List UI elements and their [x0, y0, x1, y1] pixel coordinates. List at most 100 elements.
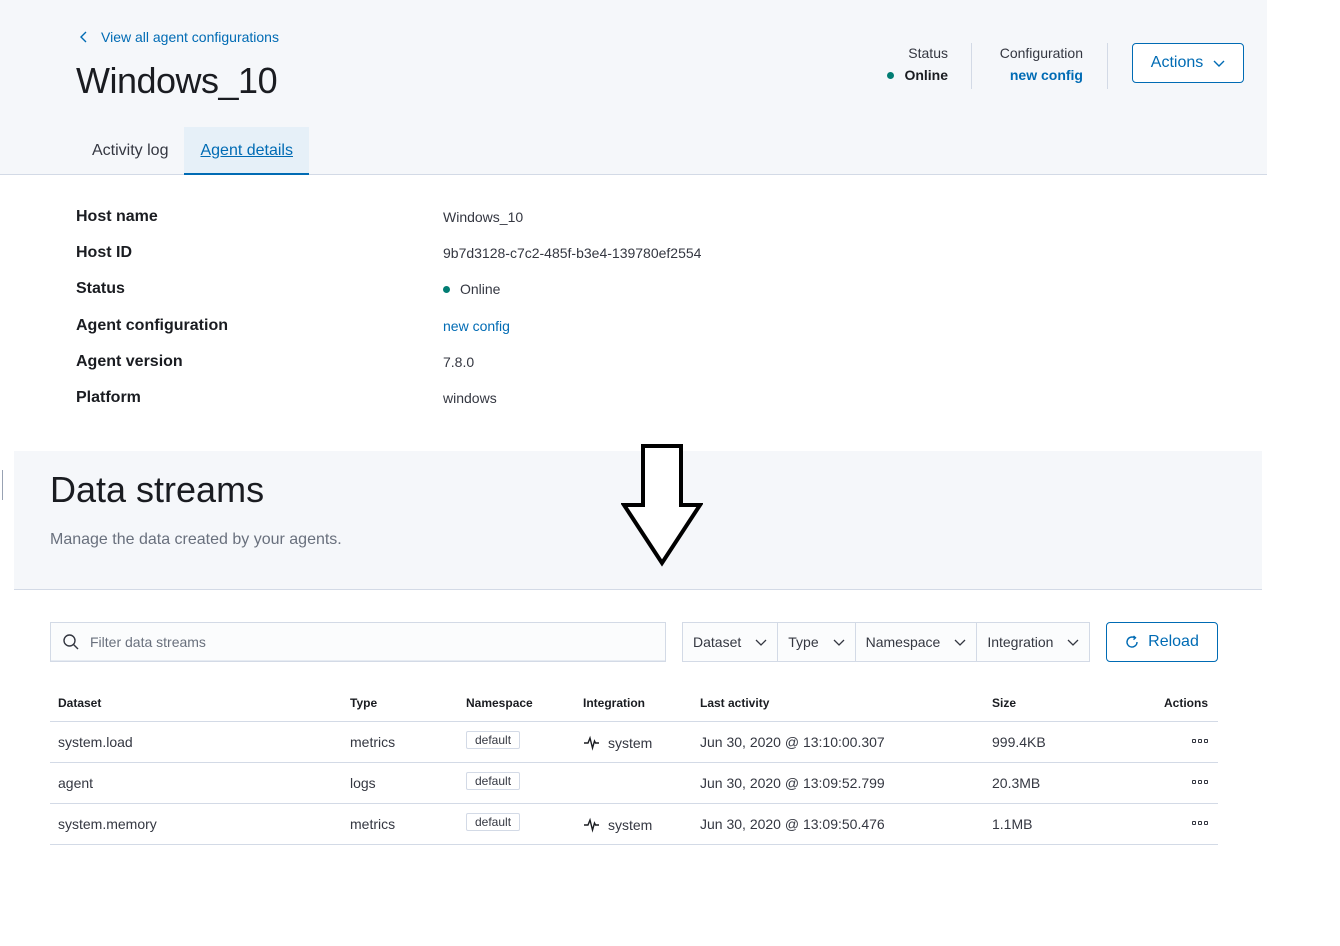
namespace-badge: default	[466, 731, 521, 749]
cell-type: logs	[350, 775, 376, 791]
actions-button[interactable]: Actions	[1132, 43, 1244, 83]
down-arrow-icon	[621, 444, 703, 567]
search-icon	[63, 634, 79, 650]
page-title: Windows_10	[76, 60, 278, 101]
filter-namespace[interactable]: Namespace	[856, 623, 978, 661]
filter-label: Type	[788, 634, 819, 650]
filter-dataset[interactable]: Dataset	[683, 623, 779, 661]
detail-value: Windows_10	[443, 209, 524, 225]
header-divider	[971, 43, 972, 89]
configuration-meta: Configuration new config	[980, 43, 1083, 86]
chevron-down-icon	[1213, 60, 1225, 67]
status-text: Online	[460, 281, 501, 298]
status-value: Online	[860, 64, 948, 86]
detail-row-agent-configuration: Agent configuration new config	[76, 309, 976, 345]
cell-type: metrics	[350, 816, 396, 832]
filter-type[interactable]: Type	[778, 623, 856, 661]
agent-details-list: Host name Windows_10 Host ID 9b7d3128-c7…	[76, 200, 976, 417]
column-header-type[interactable]: Type	[350, 696, 377, 710]
more-dots-icon[interactable]	[1192, 739, 1208, 743]
configuration-link[interactable]: new config	[980, 64, 1083, 86]
namespace-badge: default	[466, 772, 521, 790]
cell-integration: system	[583, 816, 652, 833]
column-header-size[interactable]: Size	[992, 696, 1016, 710]
cell-dataset: agent	[58, 775, 94, 791]
tab-activity-log[interactable]: Activity log	[76, 127, 184, 175]
actions-button-label: Actions	[1150, 54, 1204, 71]
cell-type: metrics	[350, 734, 396, 750]
chevron-down-icon	[833, 639, 845, 646]
filter-label: Dataset	[693, 634, 742, 650]
cell-namespace: default	[466, 772, 521, 790]
detail-value: windows	[443, 389, 497, 406]
chevron-down-icon	[1068, 639, 1079, 646]
back-link-label: View all agent configurations	[101, 29, 279, 45]
column-header-actions: Actions	[1163, 696, 1208, 710]
detail-key: Status	[76, 280, 125, 298]
integration-name: system	[608, 816, 653, 833]
column-header-integration[interactable]: Integration	[583, 696, 645, 710]
search-input[interactable]	[90, 634, 630, 650]
edge-divider	[2, 470, 3, 500]
cell-namespace: default	[466, 813, 521, 831]
table-row: agent logs default Jun 30, 2020 @ 13:09:…	[50, 763, 1218, 804]
integration-name: system	[608, 734, 653, 751]
cell-dataset: system.load	[58, 734, 133, 750]
chevron-left-icon	[80, 31, 87, 43]
cell-size: 1.1MB	[992, 816, 1033, 832]
column-header-dataset[interactable]: Dataset	[58, 696, 101, 710]
detail-key: Platform	[76, 388, 141, 406]
filter-label: Namespace	[865, 634, 941, 650]
detail-row-host-id: Host ID 9b7d3128-c7c2-485f-b3e4-139780ef…	[76, 236, 976, 272]
cell-last-activity: Jun 30, 2020 @ 13:10:00.307	[700, 734, 885, 750]
filter-group: Dataset Type Namespace Integration	[682, 622, 1091, 662]
tab-agent-details[interactable]: Agent details	[184, 127, 309, 175]
back-to-configurations-link[interactable]: View all agent configurations	[78, 29, 279, 45]
detail-row-agent-version: Agent version 7.8.0	[76, 345, 976, 381]
filter-data-streams-search[interactable]	[50, 622, 666, 662]
detail-key: Host name	[76, 208, 158, 225]
cell-last-activity: Jun 30, 2020 @ 13:09:52.799	[700, 775, 885, 791]
cell-namespace: default	[466, 731, 521, 749]
data-streams-subtitle: Manage the data created by your agents.	[50, 531, 342, 548]
header-divider	[1107, 43, 1108, 89]
detail-value: 7.8.0	[443, 353, 475, 370]
status-meta: Status Online	[860, 43, 948, 86]
heartbeat-icon	[584, 735, 599, 751]
cell-size: 999.4KB	[992, 734, 1046, 750]
reload-button[interactable]: Reload	[1106, 622, 1218, 662]
cell-dataset: system.memory	[58, 816, 157, 832]
agent-tabs: Activity log Agent details	[76, 127, 309, 175]
table-row: system.load metrics default system Jun 3…	[50, 722, 1218, 763]
chevron-down-icon	[755, 639, 767, 646]
table-row: system.memory metrics default system Jun…	[50, 804, 1218, 845]
configuration-label: Configuration	[999, 45, 1083, 61]
filter-integration[interactable]: Integration	[977, 623, 1089, 661]
data-streams-table: Dataset Type Namespace Integration Last …	[50, 686, 1218, 845]
chevron-down-icon	[954, 639, 966, 646]
data-streams-title: Data streams	[50, 469, 265, 510]
agent-header: View all agent configurations Windows_10…	[0, 0, 1267, 175]
column-header-last-activity[interactable]: Last activity	[700, 696, 769, 710]
column-header-namespace[interactable]: Namespace	[466, 696, 533, 710]
cell-integration: system	[583, 734, 652, 751]
detail-value: 9b7d3128-c7c2-485f-b3e4-139780ef2554	[443, 245, 702, 262]
namespace-badge: default	[466, 813, 521, 831]
status-text: Online	[904, 67, 948, 83]
status-label: Status	[908, 45, 948, 61]
status-dot-icon	[887, 71, 895, 79]
detail-row-status: Status Online	[76, 272, 976, 308]
detail-key: Host ID	[76, 244, 132, 262]
detail-value: Online	[443, 281, 500, 297]
refresh-icon	[1126, 635, 1138, 648]
more-dots-icon[interactable]	[1192, 780, 1208, 784]
table-header: Dataset Type Namespace Integration Last …	[50, 686, 1218, 722]
detail-row-platform: Platform windows	[76, 381, 976, 417]
filter-label: Integration	[987, 634, 1054, 650]
detail-key: Agent version	[76, 352, 183, 370]
status-dot-icon	[443, 285, 450, 293]
agent-configuration-link[interactable]: new config	[443, 318, 510, 334]
cell-size: 20.3MB	[992, 775, 1041, 791]
more-dots-icon[interactable]	[1192, 821, 1208, 825]
reload-button-label: Reload	[1148, 633, 1199, 650]
